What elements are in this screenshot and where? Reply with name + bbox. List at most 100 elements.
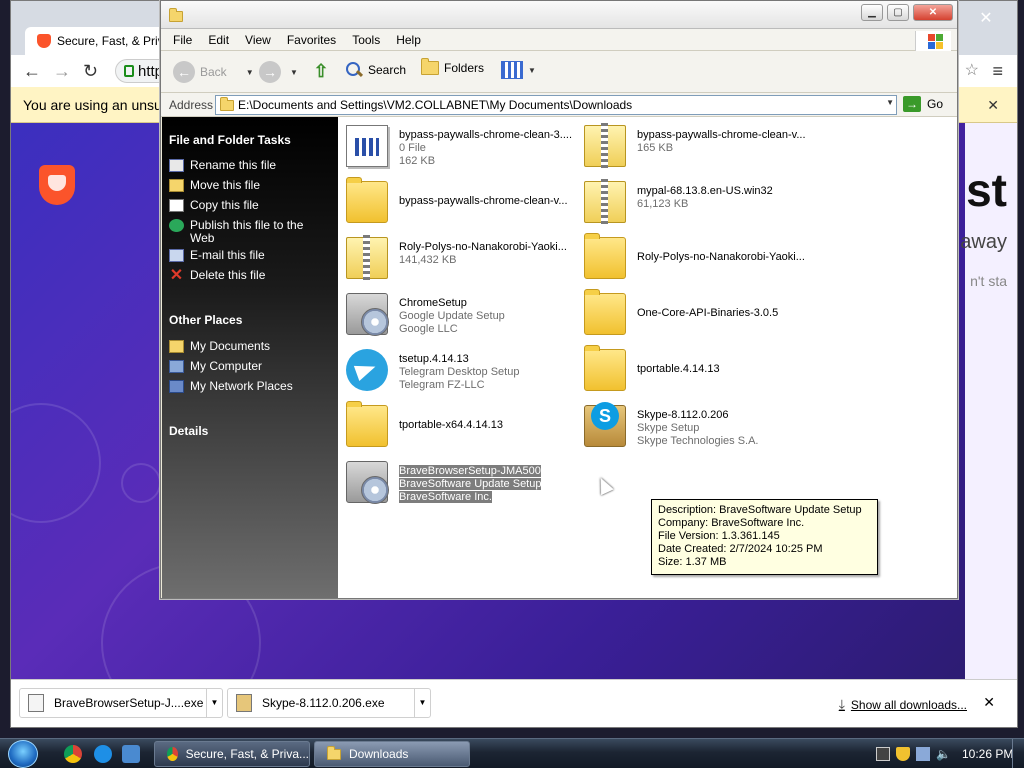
move-file-link[interactable]: Move this file xyxy=(169,179,329,192)
chevron-down-icon[interactable]: ▼ xyxy=(414,689,430,717)
file-company: Telegram FZ-LLC xyxy=(399,379,485,391)
up-folder-button[interactable]: ⇧ xyxy=(311,61,331,81)
chevron-down-icon[interactable]: ▼ xyxy=(206,689,222,717)
volume-icon[interactable]: 🔈 xyxy=(936,747,951,761)
email-file-link[interactable]: E-mail this file xyxy=(169,249,329,262)
brave-lion-icon xyxy=(39,165,75,205)
search-label: Search xyxy=(368,63,407,77)
file-item[interactable]: Roly-Polys-no-Nanakorobi-Yaoki... 141,432… xyxy=(342,231,578,285)
folder-item[interactable]: Roly-Polys-no-Nanakorobi-Yaoki... xyxy=(580,231,816,285)
menu-favorites[interactable]: Favorites xyxy=(279,33,344,47)
file-item[interactable]: mypal-68.13.8.en-US.win32 61,123 KB xyxy=(580,175,816,229)
file-name: Roly-Polys-no-Nanakorobi-Yaoki... xyxy=(399,241,567,253)
taskbar-browser-button[interactable]: Secure, Fast, & Priva... xyxy=(154,741,310,767)
forward-button[interactable]: → ▼ xyxy=(259,61,298,83)
back-label: Back xyxy=(200,65,227,79)
tooltip-size: Size: 1.37 MB xyxy=(658,556,727,568)
folder-item[interactable]: bypass-paywalls-chrome-clean-v... xyxy=(342,175,578,229)
task-label: Move this file xyxy=(190,178,261,192)
menu-icon[interactable]: ≡ xyxy=(992,61,1003,81)
shield-icon[interactable] xyxy=(896,747,910,761)
my-network-places-link[interactable]: My Network Places xyxy=(169,380,329,393)
delete-file-link[interactable]: ✕ Delete this file xyxy=(169,268,329,284)
clock[interactable]: 10:26 PM xyxy=(962,747,1013,761)
zip-icon xyxy=(346,235,388,280)
explorer-titlebar[interactable]: ▁ ▢ ✕ xyxy=(161,1,957,29)
bookmark-star-icon[interactable]: ☆ xyxy=(965,61,979,81)
file-item[interactable]: bypass-paywalls-chrome-clean-v... 165 KB xyxy=(580,119,816,173)
menu-file[interactable]: File xyxy=(165,33,200,47)
browser-close-icon[interactable]: ✕ xyxy=(973,9,999,29)
download-item-skype[interactable]: Skype-8.112.0.206.exe ▼ xyxy=(227,688,431,718)
my-documents-link[interactable]: My Documents xyxy=(169,340,329,353)
show-desktop-button[interactable] xyxy=(1012,739,1024,768)
publish-file-link[interactable]: Publish this file to the Web xyxy=(169,219,329,245)
folder-icon xyxy=(220,96,234,111)
chrome-icon xyxy=(167,747,178,761)
maximize-button[interactable]: ▢ xyxy=(887,4,909,21)
infobar-close-icon[interactable]: ✕ xyxy=(987,97,999,114)
skype-file-icon xyxy=(236,694,252,712)
file-item-selected[interactable]: BraveBrowserSetup-JMA500 BraveSoftware Up… xyxy=(342,455,578,509)
tooltip-date: Date Created: 2/7/2024 10:25 PM xyxy=(658,543,823,555)
search-icon xyxy=(345,61,363,79)
app-launcher-icon[interactable] xyxy=(122,745,140,763)
folder-icon xyxy=(169,8,183,22)
folder-item[interactable]: One-Core-API-Binaries-3.0.5 xyxy=(580,287,816,341)
close-button[interactable]: ✕ xyxy=(913,4,953,21)
views-button[interactable]: ▼ xyxy=(501,61,536,79)
file-description: Skype Setup xyxy=(637,422,700,434)
internet-explorer-icon[interactable] xyxy=(94,745,112,763)
back-button[interactable]: ← Back ▼ xyxy=(173,61,254,83)
go-button[interactable]: → Go xyxy=(903,96,943,112)
chevron-down-icon[interactable]: ▼ xyxy=(246,68,254,77)
menu-tools[interactable]: Tools xyxy=(344,33,388,47)
folders-button[interactable]: Folders xyxy=(421,58,485,75)
copy-file-link[interactable]: Copy this file xyxy=(169,199,329,212)
file-item[interactable]: ChromeSetup Google Update Setup Google LLC xyxy=(342,287,578,341)
network-icon[interactable] xyxy=(916,747,930,761)
show-all-downloads-link[interactable]: ⤓ Show all downloads... xyxy=(839,696,967,713)
address-field[interactable]: E:\Documents and Settings\VM2.COLLABNET\… xyxy=(215,95,897,115)
file-item[interactable]: bypass-paywalls-chrome-clean-3.... 0 File… xyxy=(342,119,578,173)
menu-view[interactable]: View xyxy=(237,33,279,47)
folder-item[interactable]: tportable.4.14.13 xyxy=(580,343,816,397)
chevron-down-icon[interactable]: ▼ xyxy=(528,66,536,75)
folder-item[interactable]: tportable-x64.4.14.13 xyxy=(342,399,578,453)
menu-edit[interactable]: Edit xyxy=(200,33,237,47)
doc-icon xyxy=(346,125,388,167)
file-item[interactable]: tsetup.4.14.13 Telegram Desktop Setup Tele… xyxy=(342,343,578,397)
forward-arrow-icon[interactable]: → xyxy=(53,61,71,81)
back-arrow-icon[interactable]: ← xyxy=(23,61,41,81)
keyboard-icon[interactable] xyxy=(876,747,890,761)
download-item-brave[interactable]: BraveBrowserSetup-J....exe ▼ xyxy=(19,688,223,718)
explorer-window: ▁ ▢ ✕ File Edit View Favorites Tools Hel… xyxy=(160,0,958,599)
folders-label: Folders xyxy=(444,61,485,75)
chrome-icon[interactable] xyxy=(64,745,82,763)
chevron-down-icon[interactable]: ▼ xyxy=(290,68,298,77)
file-item[interactable]: Skype-8.112.0.206Skype SetupSkype Techno… xyxy=(580,399,816,453)
menu-help[interactable]: Help xyxy=(388,33,429,47)
address-label: Address xyxy=(169,98,214,112)
file-company: Skype Technologies S.A. xyxy=(637,435,759,447)
search-button[interactable]: Search xyxy=(345,61,406,79)
views-icon xyxy=(501,61,523,79)
page-right-panel: st away n't sta xyxy=(960,123,1017,679)
folder-icon xyxy=(346,177,388,223)
my-computer-link[interactable]: My Computer xyxy=(169,360,329,373)
downloads-close-icon[interactable]: ✕ xyxy=(983,694,995,711)
folder-icon xyxy=(584,233,626,279)
taskbar-downloads-button[interactable]: Downloads xyxy=(314,741,470,767)
file-name: tportable-x64.4.14.13 xyxy=(399,419,503,431)
go-arrow-icon: → xyxy=(903,96,921,112)
up-folder-icon: ⇧ xyxy=(313,61,329,81)
minimize-button[interactable]: ▁ xyxy=(861,4,883,21)
details-title[interactable]: Details xyxy=(169,424,208,438)
forward-arrow-icon: → xyxy=(259,61,281,83)
reload-icon[interactable]: ↻ xyxy=(83,61,98,81)
file-size: 162 KB xyxy=(399,155,436,167)
rename-file-link[interactable]: Rename this file xyxy=(169,159,329,172)
start-button[interactable] xyxy=(8,740,38,768)
browser-tab[interactable]: Secure, Fast, & Priva xyxy=(25,27,175,55)
chevron-down-icon[interactable]: ▼ xyxy=(886,98,894,107)
